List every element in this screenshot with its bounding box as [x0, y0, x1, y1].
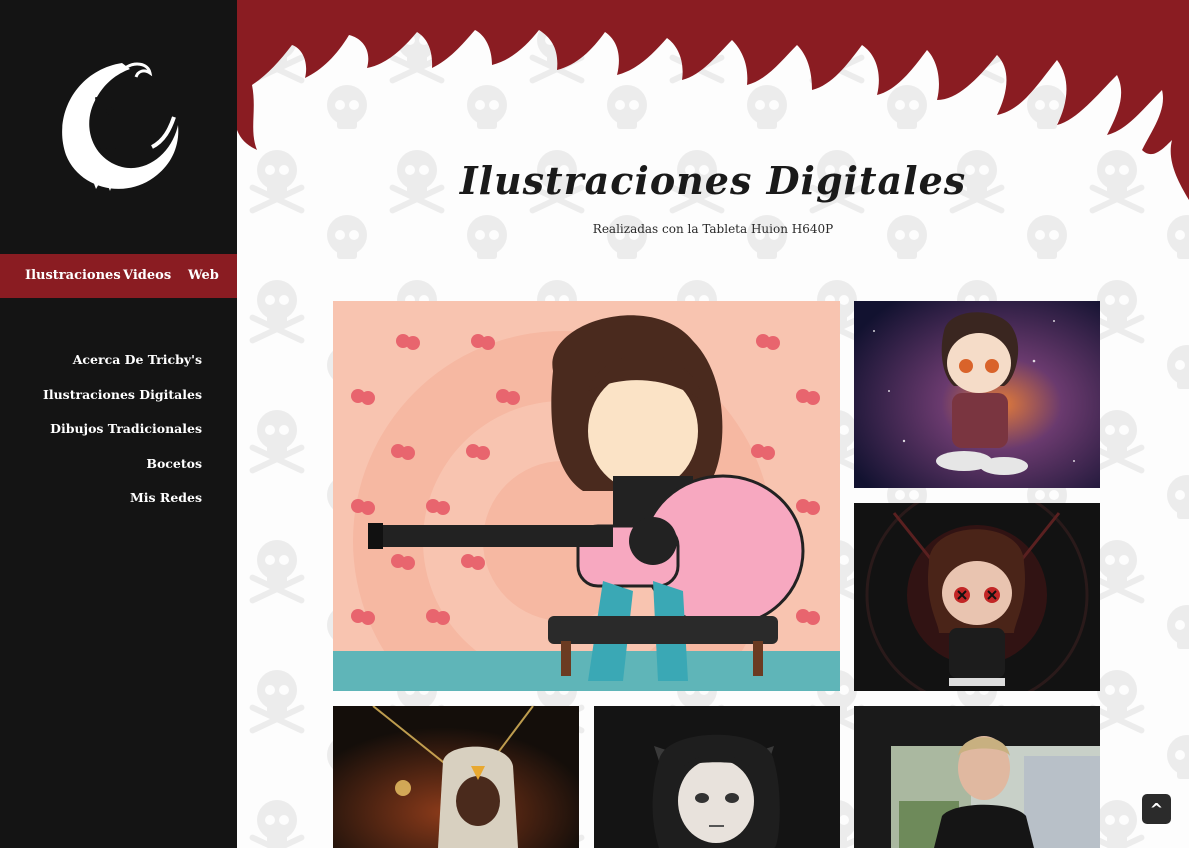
sidebar-item-acerca[interactable]: Acerca De Tricby's	[43, 350, 202, 385]
crescent-moon-logo-icon[interactable]	[52, 55, 187, 195]
tab-web[interactable]: Web	[188, 268, 219, 283]
tab-ilustraciones[interactable]: Ilustraciones	[25, 268, 121, 283]
cat-girl-illustration	[594, 706, 840, 848]
tab-videos[interactable]: Videos	[123, 268, 171, 283]
page-subtitle: Realizadas con la Tableta Huion H640P	[592, 222, 834, 236]
gallery-item-chibi-galaxy[interactable]	[854, 301, 1100, 488]
sidebar: Ilustraciones Videos Web Acerca De Tricb…	[0, 0, 237, 848]
bald-man-illustration	[854, 706, 1100, 848]
sidebar-item-ilustraciones-digitales[interactable]: Ilustraciones Digitales	[43, 385, 202, 420]
gallery-item-girl-guitar[interactable]	[333, 301, 840, 691]
chibi-galaxy-illustration	[854, 301, 1100, 488]
page-title: Ilustraciones Digitales	[459, 158, 967, 203]
sidebar-item-mis-redes[interactable]: Mis Redes	[43, 488, 202, 523]
top-nav-tabs: Ilustraciones Videos Web	[0, 254, 237, 298]
gallery-item-bald-man[interactable]	[854, 706, 1100, 848]
gallery-item-chibi-x-eyes[interactable]	[854, 503, 1100, 691]
hooded-figure-illustration	[333, 706, 579, 848]
gallery-item-cat-girl[interactable]	[594, 706, 840, 848]
sidebar-menu: Acerca De Tricby's Ilustraciones Digital…	[43, 350, 202, 523]
sidebar-item-dibujos-tradicionales[interactable]: Dibujos Tradicionales	[43, 419, 202, 454]
main-content: Ilustraciones Digitales Realizadas con l…	[237, 0, 1189, 848]
chibi-x-eyes-illustration	[854, 503, 1100, 691]
gallery-item-hooded-figure[interactable]	[333, 706, 579, 848]
scroll-to-top-button[interactable]: ^	[1142, 794, 1171, 824]
girl-guitar-illustration	[333, 301, 840, 691]
sidebar-item-bocetos[interactable]: Bocetos	[43, 454, 202, 489]
